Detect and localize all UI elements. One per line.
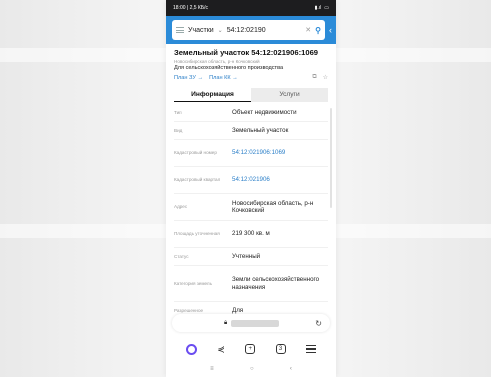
page-title: Земельный участок 54:12:021906:1069 xyxy=(174,48,319,57)
plan-zu-link[interactable]: План ЗУ → xyxy=(174,75,203,81)
tab-information[interactable]: Информация xyxy=(174,88,251,102)
recent-apps-icon[interactable]: ≡ xyxy=(210,366,214,372)
plan-links: План ЗУ → План КК → ⧉ ☆ xyxy=(174,74,328,81)
battery-icon: ▭ xyxy=(324,5,329,11)
search-input[interactable]: 54:12:02190 xyxy=(227,27,302,34)
tab-services[interactable]: Услуги xyxy=(251,88,328,102)
row-key: Категория земель xyxy=(174,280,212,286)
row-key: Вид xyxy=(174,127,183,133)
star-icon[interactable]: ☆ xyxy=(323,74,328,81)
phone-screen: 18:00 | 2,5 КБ/с ▮.ıl ▭ Участки ⌄ 54:12:… xyxy=(166,0,336,377)
signal-icon: ▮.ıl xyxy=(314,5,322,11)
menu-icon[interactable] xyxy=(176,27,184,33)
table-row: Адрес Новосибирская область, р-н Кочковс… xyxy=(174,194,328,221)
browser-address-bar[interactable]: 🔒︎ ↻ xyxy=(172,314,330,332)
lock-icon: 🔒︎ xyxy=(224,319,228,326)
system-navigation: ≡ ○ ‹ xyxy=(166,362,336,376)
row-key: Кадастровый квартал xyxy=(174,177,221,182)
row-key: Тип xyxy=(174,109,182,115)
scrollbar[interactable] xyxy=(330,108,332,208)
parcel-purpose: Для сельскохозяйственного производства xyxy=(174,65,284,71)
parcel-header: Земельный участок 54:12:021906:1069 Ново… xyxy=(166,44,336,83)
row-key: Кадастровый номер xyxy=(174,150,217,155)
status-bar: 18:00 | 2,5 КБ/с ▮.ıl ▭ xyxy=(166,0,336,16)
row-value: Земельный участок xyxy=(232,126,289,134)
alice-assistant-icon[interactable] xyxy=(186,343,198,355)
cadastral-number-link[interactable]: 54:12:021906:1069 xyxy=(232,149,328,157)
new-tab-icon[interactable]: + xyxy=(245,344,256,354)
system-back-icon[interactable]: ‹ xyxy=(290,366,292,372)
tab-bar: Информация Услуги xyxy=(174,88,328,102)
table-row: Площадь уточненная 219 300 кв. м xyxy=(174,221,328,248)
browser-toolbar: ⋞ + 3 xyxy=(166,339,336,359)
clear-icon[interactable]: ✕ xyxy=(305,26,311,34)
copy-icon[interactable]: ⧉ xyxy=(312,74,316,81)
row-key: Площадь уточненная xyxy=(174,231,220,236)
plan-kk-link[interactable]: План КК → xyxy=(209,75,238,81)
status-time: 18:00 | 2,5 КБ/с xyxy=(173,5,209,11)
info-table: Тип Объект недвижимости Вид Земельный уч… xyxy=(174,104,332,320)
app-bar: Участки ⌄ 54:12:02190 ✕ ⚲ ‹ xyxy=(166,16,336,44)
search-box[interactable]: Участки ⌄ 54:12:02190 ✕ ⚲ xyxy=(172,20,325,40)
parcel-location: Новосибирская область, р-н Кочковский xyxy=(174,59,260,64)
row-key: Разрешенное xyxy=(174,307,204,313)
row-key: Статус xyxy=(174,253,189,259)
tabs-count-button[interactable]: 3 xyxy=(275,344,286,354)
table-row: Категория земель Земли сельскохозяйствен… xyxy=(174,266,328,302)
share-icon[interactable]: ⋞ xyxy=(217,344,225,355)
row-value: Объект недвижимости xyxy=(232,108,297,116)
cadastral-quarter-link[interactable]: 54:12:021906 xyxy=(232,176,328,184)
row-value: Учтенный xyxy=(232,252,261,260)
table-row: Тип Объект недвижимости xyxy=(174,104,328,122)
menu-icon[interactable] xyxy=(305,345,316,353)
home-icon[interactable]: ○ xyxy=(250,366,254,372)
row-key: Адрес xyxy=(174,204,188,209)
table-row: Вид Земельный участок xyxy=(174,122,328,140)
row-value: Новосибирская область, р-н Кочковский xyxy=(232,199,314,215)
chevron-down-icon[interactable]: ⌄ xyxy=(218,27,223,34)
table-row: Статус Учтенный xyxy=(174,248,328,266)
reload-icon[interactable]: ↻ xyxy=(315,319,322,328)
back-icon[interactable]: ‹ xyxy=(329,25,332,35)
search-type-select[interactable]: Участки xyxy=(188,27,214,34)
row-value: Земли сельскохозяйственного назначения xyxy=(232,276,320,291)
search-icon[interactable]: ⚲ xyxy=(315,26,321,35)
row-value: 219 300 кв. м xyxy=(232,230,270,238)
table-row: Кадастровый квартал 54:12:021906 xyxy=(174,167,328,194)
url-field[interactable] xyxy=(231,319,280,327)
table-row: Кадастровый номер 54:12:021906:1069 xyxy=(174,140,328,167)
